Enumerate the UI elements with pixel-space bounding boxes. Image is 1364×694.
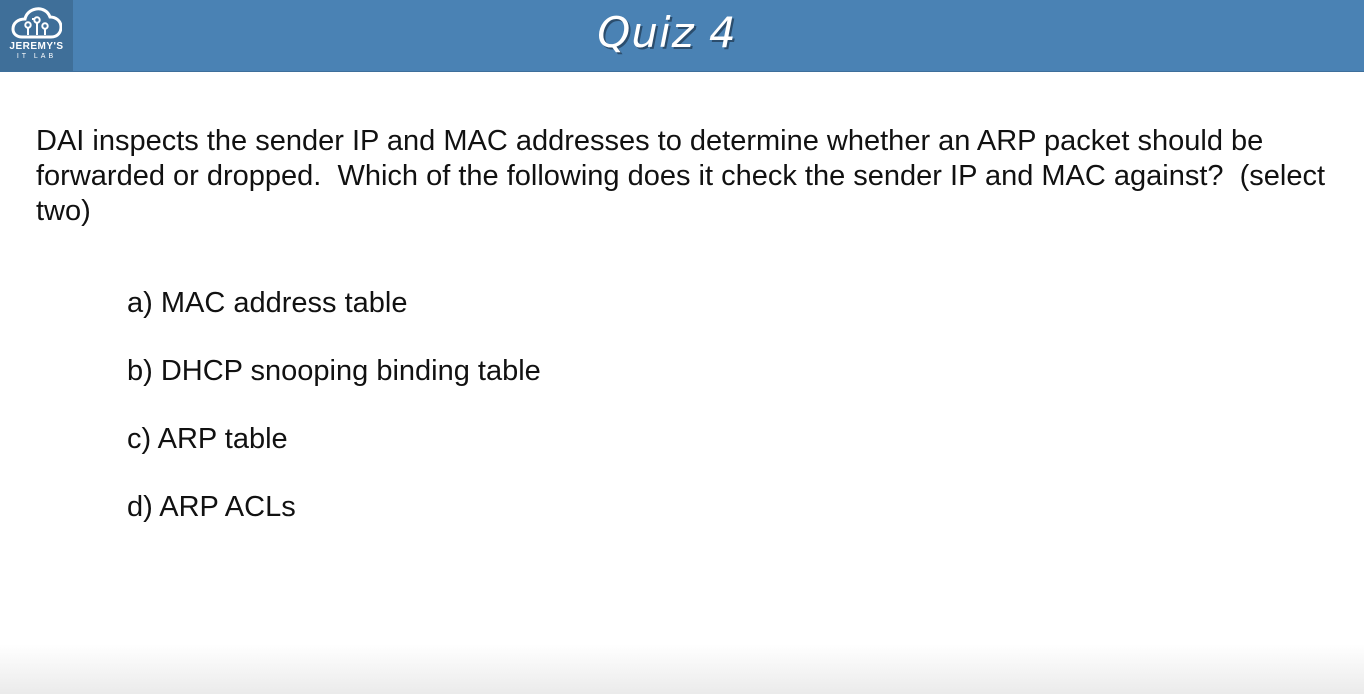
- answer-option-d: d) ARP ACLs: [127, 491, 296, 523]
- question-text: DAI inspects the sender IP and MAC addre…: [36, 125, 1334, 227]
- bottom-shadow: [0, 644, 1364, 694]
- header-bar: JEREMY'S IT LAB Quiz 4: [0, 0, 1364, 72]
- cloud-circuit-icon: [11, 7, 62, 39]
- answer-option-c: c) ARP table: [127, 423, 288, 455]
- page-title: Quiz 4: [597, 8, 737, 57]
- logo-line-2: IT LAB: [16, 53, 57, 60]
- logo-line-1: JEREMY'S: [9, 41, 64, 52]
- answer-option-b: b) DHCP snooping binding table: [127, 355, 541, 387]
- answer-option-a: a) MAC address table: [127, 287, 408, 319]
- slide: JEREMY'S IT LAB Quiz 4 DAI inspects the …: [0, 0, 1364, 694]
- answer-options: a) MAC address table b) DHCP snooping bi…: [127, 285, 541, 557]
- jeremys-it-lab-logo: JEREMY'S IT LAB: [0, 0, 73, 71]
